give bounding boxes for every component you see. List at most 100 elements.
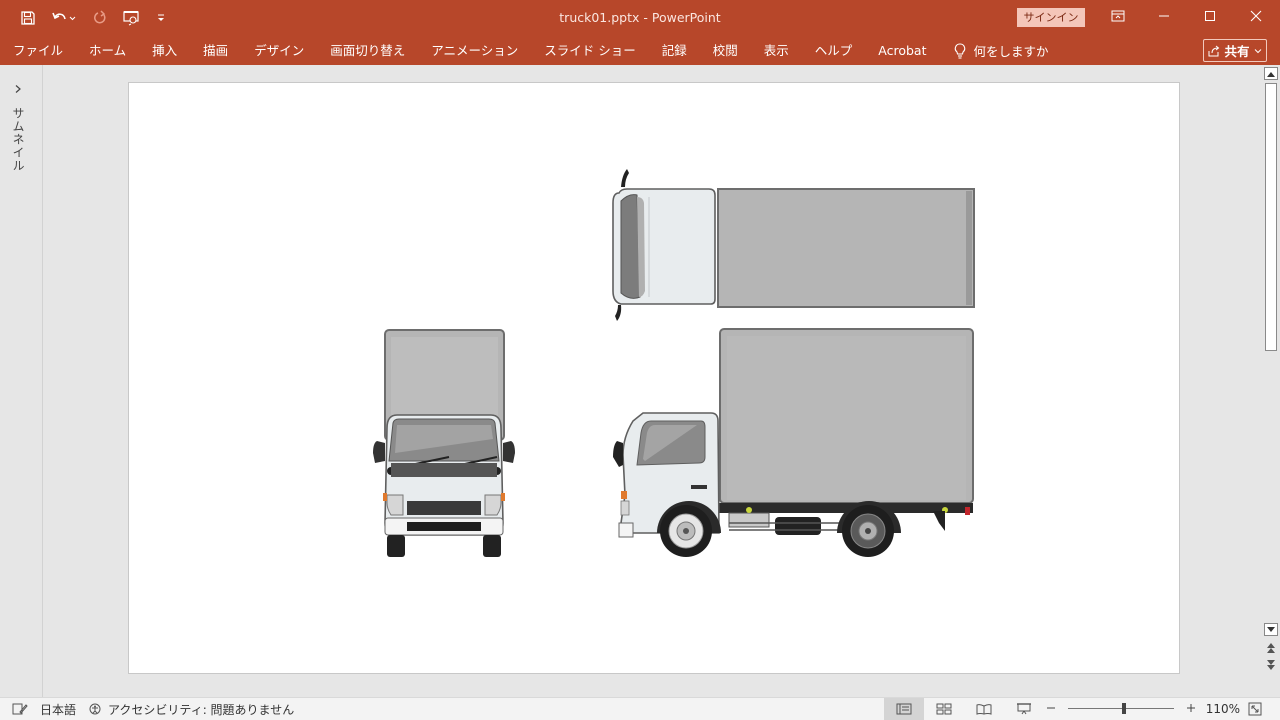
front-wheel-left [387,535,405,557]
tell-me-search[interactable]: 何をしますか [940,41,1049,60]
accessibility-checker[interactable]: アクセシビリティ: 問題ありません [88,701,294,718]
arrow-up-icon [1267,71,1275,77]
language-label: 日本語 [40,702,77,717]
arrow-down-icon [1267,626,1275,632]
vertical-scrollbar[interactable] [1262,65,1280,697]
front-headlight-left [386,494,404,516]
present-from-start-button[interactable] [118,4,146,32]
truck-illustration[interactable] [129,83,1181,675]
tab-transitions[interactable]: 画面切り替え [317,36,418,65]
tab-animations[interactable]: アニメーション [418,36,531,65]
maximize-button[interactable] [1187,0,1233,32]
front-plate-recess [407,522,481,531]
previous-slide-button[interactable] [1266,642,1276,654]
status-right: 110% [884,698,1270,720]
front-grille [407,501,481,515]
tab-design[interactable]: デザイン [241,36,317,65]
tab-home[interactable]: ホーム [76,36,139,65]
side-mirror [613,441,623,467]
side-marker-light-front [746,507,752,513]
slide-show-icon [1017,703,1031,715]
title-bar: truck01.pptx - PowerPoint サインイン [0,0,1280,36]
side-front-wheel [660,505,712,557]
notes-toggle-button[interactable] [12,702,28,716]
truck-side-view[interactable] [613,328,974,557]
side-rear-light [965,507,970,515]
slide-sorter-icon [936,703,952,715]
undo-icon [52,12,76,21]
zoom-slider-knob[interactable] [1122,703,1127,714]
normal-view-icon [896,703,912,715]
slide-canvas[interactable] [128,82,1180,674]
zoom-out-button[interactable] [1044,701,1058,717]
slide-sorter-button[interactable] [924,698,964,720]
scroll-thumb[interactable] [1265,83,1277,351]
zoom-level[interactable]: 110% [1198,702,1240,716]
scroll-up-button[interactable] [1264,67,1278,80]
share-button[interactable]: 共有 [1203,39,1267,62]
document-title: truck01.pptx - PowerPoint [559,10,721,25]
customize-qat-button[interactable] [150,4,172,32]
save-button[interactable] [14,4,42,32]
minimize-button[interactable] [1141,0,1187,32]
tab-review[interactable]: 校閲 [700,36,751,65]
tab-help[interactable]: ヘルプ [802,36,866,65]
chevron-down-icon [1254,48,1261,53]
tab-record[interactable]: 記録 [649,36,700,65]
fit-to-window-button[interactable] [1240,698,1270,720]
top-cargo-edge [966,191,972,305]
side-rear-wheel [842,505,894,557]
close-button[interactable] [1233,0,1279,32]
quick-access-toolbar [14,0,172,36]
tab-draw[interactable]: 描画 [190,36,241,65]
front-mirror-right [503,441,515,463]
redo-icon [94,10,106,24]
side-toolbox [728,512,770,528]
fit-to-window-icon [1248,702,1262,716]
language-indicator[interactable]: 日本語 [40,701,76,718]
thumbnail-pane: サムネイル [0,65,43,697]
tab-view[interactable]: 表示 [751,36,802,65]
top-mirror-right [615,305,622,321]
side-indicator [621,491,627,499]
next-slide-button[interactable] [1266,659,1276,671]
slide-show-button[interactable] [1004,698,1044,720]
save-icon [21,11,35,25]
tab-slide-show[interactable]: スライド ショー [531,36,648,65]
thumbnails-label[interactable]: サムネイル [10,107,27,172]
front-upper-band [391,463,497,477]
tab-acrobat[interactable]: Acrobat [865,36,939,65]
front-indicator-right [501,493,505,501]
signin-button[interactable]: サインイン [1017,8,1085,27]
double-arrow-down-icon [1267,660,1275,670]
minus-icon [1047,707,1055,709]
zoom-slider[interactable] [1062,698,1180,720]
scroll-down-button[interactable] [1264,623,1278,636]
ribbon-display-icon [1111,10,1125,22]
top-mirror-left [621,169,629,187]
tell-me-label: 何をしますか [973,44,1049,59]
front-indicator-left [383,493,387,501]
side-fuel-tank [775,517,821,535]
truck-top-view[interactable] [612,169,975,321]
zoom-in-button[interactable] [1184,701,1198,717]
top-cargo-box [717,188,975,308]
reading-view-icon [976,704,992,715]
ribbon-display-options-button[interactable] [1095,0,1141,32]
undo-button[interactable] [46,4,82,32]
double-arrow-up-icon [1267,643,1275,653]
redo-button[interactable] [86,4,114,32]
chevron-right-icon [15,85,21,93]
customize-qat-icon [158,14,164,21]
status-left: 日本語 アクセシビリティ: 問題ありません [12,698,294,720]
share-label: 共有 [1224,44,1250,59]
tab-insert[interactable]: 挿入 [139,36,190,65]
truck-front-view[interactable] [373,329,515,557]
side-mudflap [933,511,945,531]
reading-view-button[interactable] [964,698,1004,720]
side-cargo-panel [727,336,966,500]
normal-view-button[interactable] [884,698,924,720]
tab-file[interactable]: ファイル [0,36,76,65]
share-icon [1208,45,1220,56]
expand-thumbnails-button[interactable] [14,83,22,98]
